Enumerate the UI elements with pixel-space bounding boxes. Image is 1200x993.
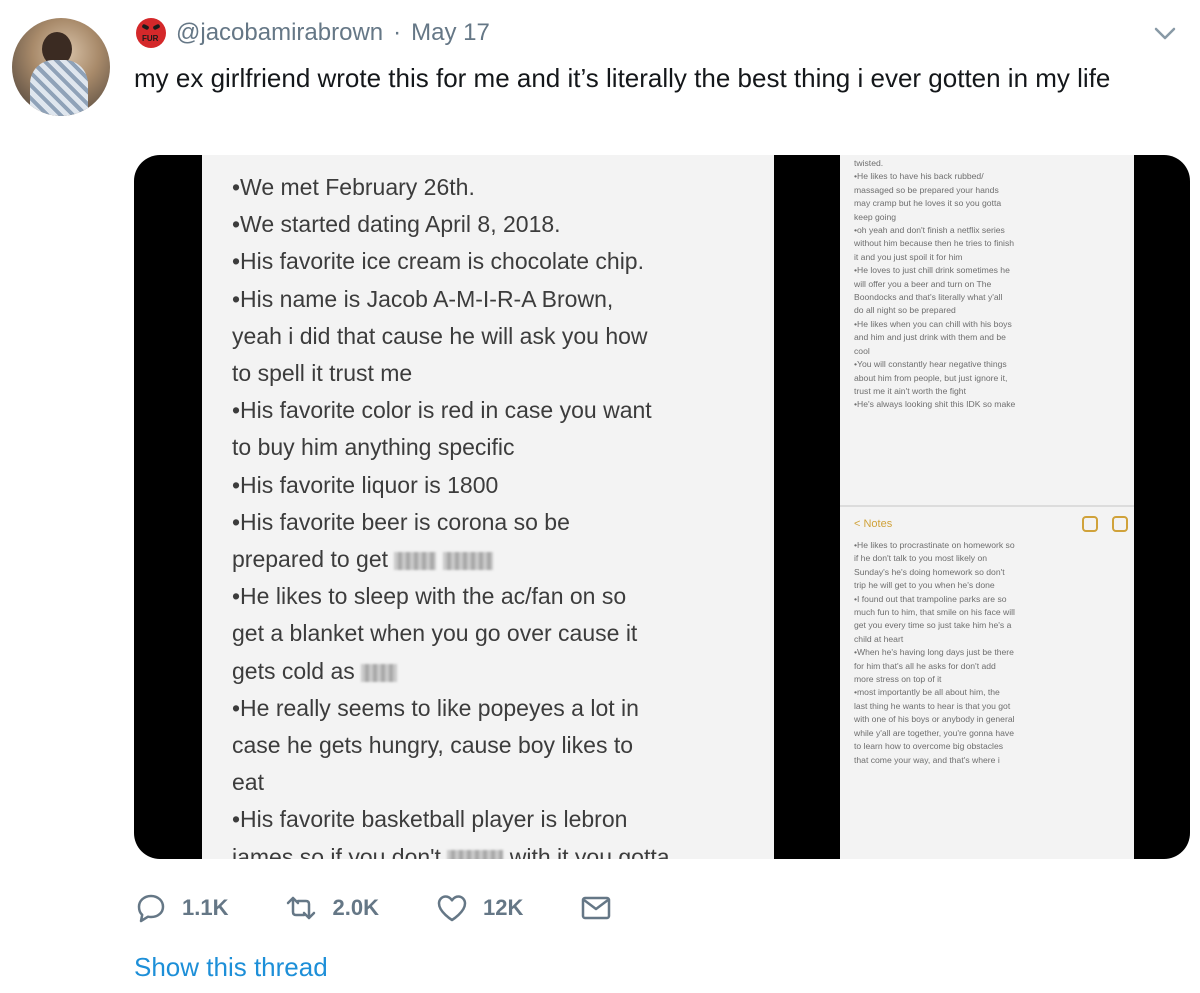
- notes-line: •oh yeah and don't finish a netflix seri…: [854, 225, 1005, 236]
- reply-button[interactable]: 1.1K: [134, 891, 228, 925]
- like-button[interactable]: 12K: [435, 891, 523, 925]
- notes-line: •He likes when you can chill with his bo…: [854, 318, 1012, 329]
- notes-screenshot-right[interactable]: twisted. •He likes to have his back rubb…: [840, 155, 1134, 859]
- notes-line-text: james so if you don't: [232, 843, 441, 859]
- notes-line: james so if you don't with it you gotta: [232, 839, 774, 859]
- avatar-body: [30, 60, 88, 116]
- notes-screenshot-top: twisted. •He likes to have his back rubb…: [840, 155, 1134, 507]
- notes-line: •He's always looking shit this IDK so ma…: [854, 399, 1016, 410]
- notes-line-text: gets cold as: [232, 657, 355, 684]
- notes-line: •He really seems to like popeyes a lot i…: [232, 694, 639, 721]
- tweet-header: FUR @jacobamirabrown · May 17: [136, 16, 490, 50]
- direct-message-button[interactable]: [579, 891, 613, 925]
- like-count: 12K: [482, 895, 524, 920]
- notes-line: •We started dating April 8, 2018.: [232, 211, 561, 238]
- notes-line: for him that's all he asks for don't add: [854, 660, 996, 671]
- notes-line: to learn how to overcome big obstacles: [854, 741, 1004, 752]
- notes-line: that come your way, and that's where i: [854, 754, 1000, 765]
- notes-line: without him because then he tries to fin…: [854, 238, 1015, 249]
- notes-line: •You will constantly hear negative thing…: [854, 359, 1007, 370]
- notes-line: •His favorite beer is corona so be: [232, 508, 570, 535]
- notes-line: •When he's having long days just be ther…: [854, 647, 1014, 658]
- reply-count: 1.1K: [182, 895, 229, 920]
- notes-line: •He likes to sleep with the ac/fan on so: [232, 583, 627, 610]
- notes-line: case he gets hungry, cause boy likes to: [232, 732, 634, 759]
- notes-line: •most importantly be all about him, the: [854, 687, 1000, 698]
- notes-line: gets cold as: [232, 653, 774, 690]
- notes-line: •He loves to just chill drink sometimes …: [854, 265, 1010, 276]
- notes-line: while y'all are together, you're gonna h…: [854, 727, 1014, 738]
- notes-line: child at heart: [854, 633, 904, 644]
- notes-line: Boondocks and that's literally what y'al…: [854, 292, 1003, 303]
- tweet-text: my ex girlfriend wrote this for me and i…: [134, 63, 1111, 93]
- notes-line: more stress on top of it: [854, 674, 942, 685]
- notes-line: massaged so be prepared your hands: [854, 184, 999, 195]
- notes-line: with one of his boys or anybody in gener…: [854, 714, 1015, 725]
- retweet-icon: [287, 896, 316, 920]
- notes-line: twisted.: [854, 158, 884, 168]
- notes-line: prepared to get: [232, 541, 774, 578]
- notes-line: •His favorite basketball player is lebro…: [232, 806, 628, 833]
- notes-line: may cramp but he loves it so you gotta: [854, 198, 1002, 209]
- reply-icon: [137, 894, 165, 923]
- censored-word: [442, 551, 493, 570]
- notes-line: to spell it trust me: [232, 360, 413, 387]
- separator-dot: ·: [393, 19, 402, 46]
- notes-line: keep going: [854, 211, 897, 222]
- notes-line-text: with it you gotta: [509, 843, 670, 859]
- retweet-button[interactable]: 2.0K: [284, 891, 379, 925]
- notes-screenshot-left[interactable]: •We met February 26th. •We started datin…: [202, 155, 774, 859]
- notes-line: much fun to him, that smile on his face …: [854, 607, 1015, 618]
- notes-line: and him and just drink with them and be: [854, 332, 1006, 343]
- retweet-count: 2.0K: [332, 895, 379, 920]
- notes-line: it and you just spoil it for him: [854, 251, 963, 262]
- notes-line: •His favorite color is red in case you w…: [232, 397, 652, 424]
- notes-line: trust me it ain't worth the fight: [854, 385, 966, 396]
- notes-line: •We met February 26th.: [232, 174, 475, 200]
- tweet-actions: 1.1K 2.0K 12K: [134, 886, 669, 930]
- notes-line: eat: [232, 769, 264, 796]
- notes-line: will offer you a beer and turn on The: [854, 278, 992, 289]
- notes-line: •I found out that trampoline parks are s…: [854, 593, 1007, 604]
- notes-back-button[interactable]: < Notes: [854, 518, 892, 530]
- heart-icon: [437, 895, 467, 922]
- notes-line: cool: [854, 345, 870, 356]
- notes-line: to buy him anything specific: [232, 434, 515, 461]
- notes-line: about him from people, but just ignore i…: [854, 372, 1008, 383]
- notes-screenshot-bottom: < Notes •He likes to procrastinate on ho…: [840, 509, 1134, 859]
- censored-word: [394, 551, 437, 570]
- show-thread-link[interactable]: Show this thread: [134, 952, 328, 983]
- censored-word: [361, 663, 398, 682]
- notes-line: Sunday's he's doing homework so don't: [854, 566, 1005, 577]
- notes-line: get a blanket when you go over cause it: [232, 620, 638, 647]
- censored-word: [447, 849, 504, 859]
- notes-line: if he don't talk to you most likely on: [854, 553, 988, 564]
- notes-line: do all night so be prepared: [854, 305, 956, 316]
- notes-line: •His favorite ice cream is chocolate chi…: [232, 248, 644, 275]
- tweet-media[interactable]: •We met February 26th. •We started datin…: [134, 155, 1190, 859]
- notes-line: •His favorite liquor is 1800: [232, 471, 499, 498]
- notes-line: •He likes to procrastinate on homework s…: [854, 540, 1015, 550]
- avatar[interactable]: [12, 18, 110, 116]
- add-person-icon[interactable]: [1082, 516, 1098, 532]
- notes-toolbar-icons: [1082, 516, 1128, 532]
- notes-line-text: prepared to get: [232, 546, 389, 573]
- envelope-icon: [582, 896, 611, 920]
- user-handle[interactable]: @jacobamirabrown: [176, 19, 383, 47]
- notes-line: last thing he wants to hear is that you …: [854, 700, 1011, 711]
- notes-toolbar: < Notes: [854, 509, 1128, 539]
- notes-line: •His name is Jacob A-M-I-R-A Brown,: [232, 285, 614, 312]
- angry-face-icon: FUR: [136, 18, 166, 48]
- chevron-down-icon[interactable]: [1152, 20, 1178, 46]
- tweet-date[interactable]: May 17: [411, 19, 490, 47]
- notes-line: yeah i did that cause he will ask you ho…: [232, 322, 648, 349]
- notes-line: get you every time so just take him he's…: [854, 620, 1012, 631]
- share-icon[interactable]: [1112, 516, 1128, 532]
- notes-line: •He likes to have his back rubbed/: [854, 171, 984, 182]
- notes-line: trip he will get to you when he's done: [854, 580, 995, 591]
